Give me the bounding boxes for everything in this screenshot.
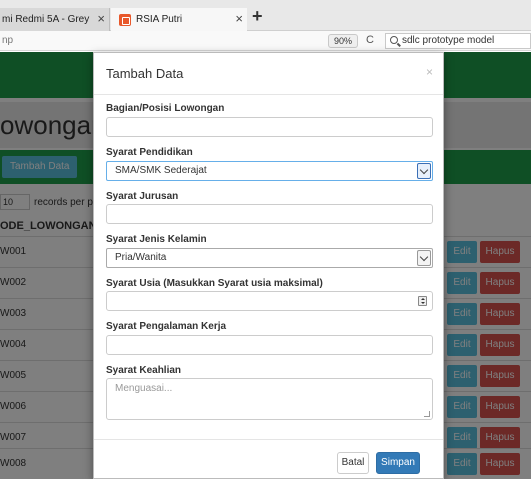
add-data-modal: Tambah Data × Bagian/Posisi Lowongan Sya…	[93, 52, 444, 479]
close-icon[interactable]: ×	[235, 11, 243, 26]
kelamin-label: Syarat Jenis Kelamin	[106, 234, 207, 245]
jurusan-label: Syarat Jurusan	[106, 191, 179, 202]
kelamin-selected: Pria/Wanita	[115, 252, 167, 263]
browser-tab-rsia[interactable]: RSIA Putri ×	[111, 8, 247, 31]
jurusan-input[interactable]	[106, 204, 433, 224]
url-field[interactable]: np	[2, 35, 13, 46]
modal-footer: Batal Simpan	[94, 439, 443, 479]
close-icon[interactable]: ×	[426, 65, 433, 79]
cancel-button[interactable]: Batal	[337, 452, 369, 474]
pengalaman-input[interactable]	[106, 335, 433, 355]
pendidikan-label: Syarat Pendidikan	[106, 147, 193, 158]
keahlian-textarea[interactable]: Menguasai...	[106, 378, 433, 420]
favicon-icon	[119, 13, 131, 26]
reload-icon[interactable]: C	[366, 34, 374, 46]
browser-tab-redmi[interactable]: mi Redmi 5A - Grey - Sn ×	[0, 8, 110, 31]
posisi-input[interactable]	[106, 117, 433, 137]
pendidikan-selected: SMA/SMK Sederajat	[115, 165, 207, 176]
resize-handle-icon[interactable]	[424, 411, 430, 417]
pengalaman-label: Syarat Pengalaman Kerja	[106, 321, 227, 332]
chevron-down-icon[interactable]	[417, 250, 431, 266]
save-button[interactable]: Simpan	[376, 452, 420, 474]
search-icon	[390, 36, 398, 44]
search-input[interactable]: sdlc prototype model	[385, 33, 531, 49]
pendidikan-select[interactable]: SMA/SMK Sederajat	[106, 161, 433, 181]
keahlian-placeholder: Menguasai...	[115, 383, 173, 394]
posisi-label: Bagian/Posisi Lowongan	[106, 103, 225, 114]
usia-input[interactable]	[106, 291, 433, 311]
tab-label: mi Redmi 5A - Grey - Sn	[2, 14, 90, 25]
close-icon[interactable]: ×	[97, 11, 105, 26]
modal-title: Tambah Data	[106, 66, 184, 81]
keahlian-label: Syarat Keahlian	[106, 365, 182, 376]
modal-header: Tambah Data ×	[94, 53, 443, 95]
number-spinner-icon[interactable]	[418, 296, 427, 306]
tab-label: RSIA Putri	[136, 14, 183, 25]
browser-tab-bar: mi Redmi 5A - Grey - Sn × RSIA Putri × +	[0, 0, 531, 31]
kelamin-select[interactable]: Pria/Wanita	[106, 248, 433, 268]
zoom-indicator[interactable]: 90%	[328, 34, 359, 48]
search-text: sdlc prototype model	[402, 35, 495, 46]
new-tab-icon[interactable]: +	[252, 6, 263, 27]
usia-label: Syarat Usia (Masukkan Syarat usia maksim…	[106, 278, 323, 289]
chevron-down-icon[interactable]	[417, 163, 431, 179]
address-bar: np 90% C sdlc prototype model	[0, 31, 531, 51]
